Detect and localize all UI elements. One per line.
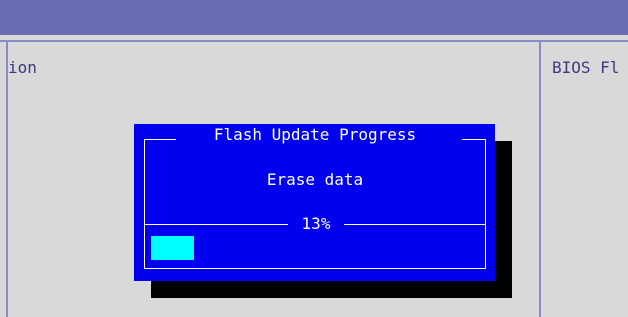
dialog-frame-top-right — [462, 139, 486, 140]
dialog-title: Flash Update Progress — [213, 125, 417, 144]
progress-separator-right — [344, 224, 486, 225]
progress-separator-left — [144, 224, 288, 225]
title-band — [0, 0, 628, 35]
dialog-message: Erase data — [266, 170, 364, 189]
panel-divider — [539, 42, 541, 317]
bios-screen: ion BIOS Fl Flash Update Progress Erase … — [0, 0, 628, 317]
dialog-frame-top-left — [144, 139, 176, 140]
progress-bar-fill — [151, 236, 194, 260]
panel-top-border — [0, 40, 628, 42]
panel-left-border — [6, 42, 8, 317]
flash-update-dialog: Flash Update Progress Erase data 13% — [134, 124, 495, 281]
help-panel-title: BIOS Fl — [552, 58, 620, 77]
progress-percent-label: 13% — [301, 214, 331, 233]
dialog-frame-bottom — [144, 268, 486, 269]
dialog-frame-right — [485, 139, 486, 269]
dialog-frame-left — [144, 139, 145, 269]
main-panel-title: ion — [8, 58, 37, 77]
